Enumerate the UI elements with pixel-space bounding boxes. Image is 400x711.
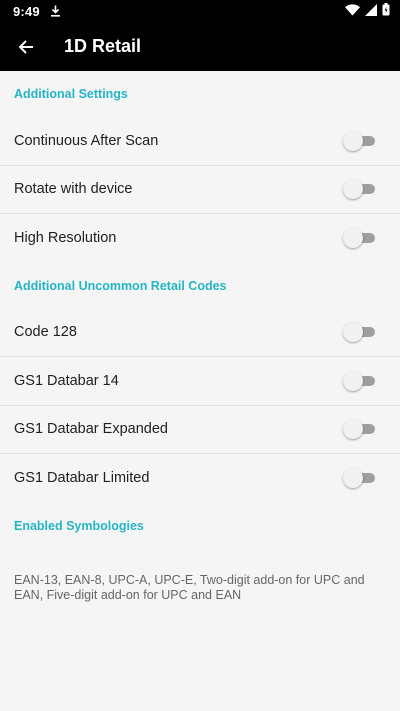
status-bar: 9:49 (0, 0, 400, 22)
setting-label: GS1 Databar Expanded (14, 421, 168, 438)
toggle-switch[interactable] (343, 370, 377, 391)
setting-label: Rotate with device (14, 181, 133, 198)
setting-gs1-databar-expanded[interactable]: GS1 Databar Expanded (0, 406, 400, 454)
toggle-switch[interactable] (343, 468, 377, 489)
toggle-switch[interactable] (343, 130, 377, 151)
app-bar: 1D Retail (0, 22, 400, 71)
battery-icon (382, 3, 390, 19)
switch-thumb (343, 179, 363, 200)
switch-thumb (343, 130, 363, 151)
setting-continuous-after-scan[interactable]: Continuous After Scan (0, 117, 400, 166)
status-time: 9:49 (13, 3, 40, 19)
back-arrow-icon[interactable] (16, 37, 36, 57)
settings-list: Additional Settings Continuous After Sca… (0, 71, 400, 603)
toggle-switch[interactable] (343, 322, 377, 343)
switch-thumb (343, 322, 363, 343)
switch-thumb (343, 419, 363, 440)
toggle-switch[interactable] (343, 179, 377, 200)
section-header-enabled-symbologies: Enabled Symbologies (14, 518, 144, 533)
setting-gs1-databar-limited[interactable]: GS1 Databar Limited (0, 454, 400, 503)
setting-label: GS1 Databar 14 (14, 372, 119, 389)
page-title: 1D Retail (64, 36, 142, 56)
setting-code-128[interactable]: Code 128 (0, 309, 400, 357)
setting-label: High Resolution (14, 230, 117, 247)
setting-rotate-with-device[interactable]: Rotate with device (0, 166, 400, 214)
switch-thumb (343, 228, 363, 249)
toggle-switch[interactable] (343, 228, 377, 249)
enabled-symbologies-text: EAN-13, EAN-8, UPC-A, UPC-E, Two-digit a… (14, 572, 365, 602)
setting-gs1-databar-14[interactable]: GS1 Databar 14 (0, 357, 400, 406)
wifi-icon (345, 3, 360, 19)
section-header-additional-settings: Additional Settings (14, 87, 128, 101)
download-icon (50, 5, 61, 17)
setting-label: Continuous After Scan (14, 132, 159, 149)
setting-label: Code 128 (14, 324, 77, 341)
setting-high-resolution[interactable]: High Resolution (0, 214, 400, 263)
section-header-uncommon-retail-codes: Additional Uncommon Retail Codes (14, 278, 227, 293)
switch-thumb (343, 370, 363, 391)
toggle-switch[interactable] (343, 419, 377, 440)
cellular-signal-icon (365, 3, 377, 19)
switch-thumb (343, 468, 363, 489)
setting-label: GS1 Databar Limited (14, 470, 150, 487)
